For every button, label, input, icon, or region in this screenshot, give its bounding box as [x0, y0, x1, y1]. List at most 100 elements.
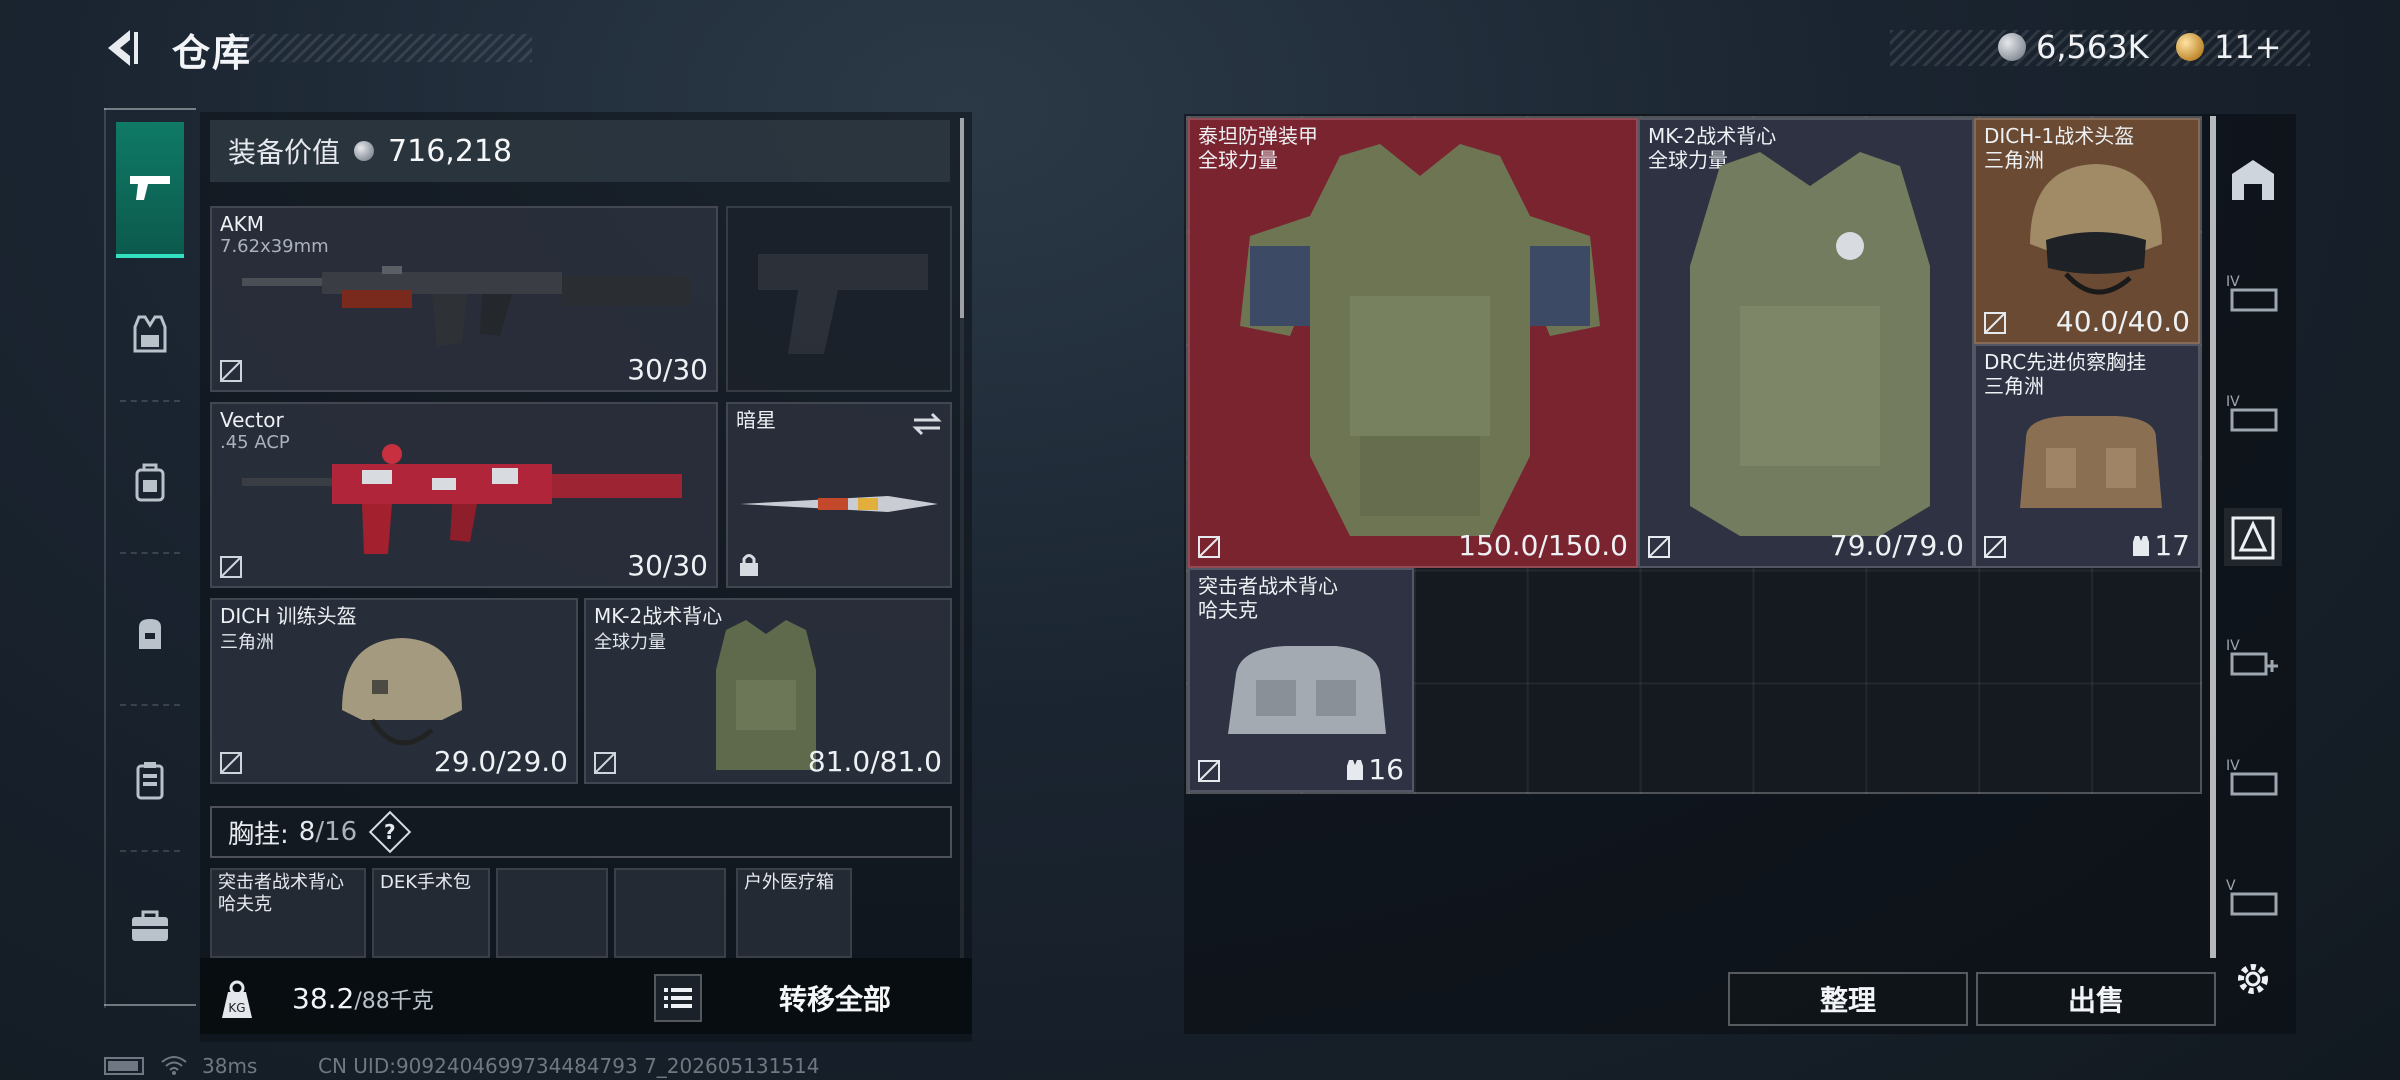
help-icon[interactable]: ? [368, 810, 412, 854]
gold-currency[interactable]: 11+ [2176, 26, 2282, 68]
weapon-name: Vector [220, 408, 284, 432]
no-insurance-icon [594, 752, 616, 774]
item-durability: 150.0/150.0 [1458, 529, 1628, 562]
equipment-value-bar: 装备价值 716,218 [210, 120, 950, 182]
storage-scrollbar[interactable] [2210, 116, 2216, 958]
item-capacity: 16 [1346, 753, 1404, 786]
toolbox-icon [132, 910, 168, 941]
no-insurance-icon [1984, 312, 2006, 334]
storage-category-2[interactable]: IV [2224, 384, 2282, 442]
nav-separator [120, 552, 180, 554]
transfer-all-button[interactable]: 转移全部 [730, 974, 940, 1022]
weight-icon: KG [222, 980, 252, 1018]
chest-rig-used: 8 [298, 817, 316, 847]
nav-separator [120, 704, 180, 706]
vest-capacity-icon [2133, 535, 2150, 556]
swap-icon[interactable] [912, 412, 942, 436]
no-insurance-icon [1198, 536, 1220, 558]
list-icon [664, 988, 692, 1008]
loadout-scrollbar[interactable] [960, 118, 964, 318]
pistol-slot[interactable] [726, 206, 952, 392]
storage-category-3[interactable]: IV [2224, 628, 2282, 686]
gold-amount: 11+ [2214, 28, 2282, 66]
equipment-value: 716,218 [388, 133, 513, 169]
back-icon[interactable] [100, 26, 144, 70]
help-icon-glyph: ? [384, 819, 396, 844]
item-durability: 40.0/40.0 [2055, 305, 2190, 338]
settings-button[interactable] [2224, 950, 2282, 1008]
storage-item-mk2-vest[interactable]: MK-2战术背心 全球力量 79.0/79.0 [1638, 118, 1974, 568]
pouch-icon [139, 619, 161, 649]
rig-item-source: 哈夫克 [218, 894, 272, 915]
akm-rifle-image [242, 266, 692, 346]
secondary-weapon-slot[interactable]: Vector .45 ACP 30/30 [210, 402, 718, 588]
storage-item-drc-chest-rig[interactable]: DRC先进侦察胸挂 三角洲 17 [1974, 344, 2200, 568]
uid-text: CN UID:9092404699734484793 7_20260513151… [318, 1054, 820, 1078]
battery-icon [104, 1057, 144, 1075]
svg-text:V: V [2226, 878, 2236, 894]
gold-coin-icon [2176, 33, 2204, 61]
rig-item-name: 户外医疗箱 [744, 872, 834, 893]
nav-pouch[interactable] [116, 600, 184, 668]
ammo-count: 30/30 [627, 353, 708, 386]
primary-weapon-slot[interactable]: AKM 7.62x39mm 30/30 [210, 206, 718, 392]
storage-category-5[interactable]: V [2224, 868, 2282, 926]
storage-category-1[interactable]: IV [2224, 264, 2282, 322]
lock-icon [740, 554, 758, 576]
item-name: 突击者战术背心 [1198, 574, 1338, 598]
storage-category-all[interactable] [2224, 150, 2282, 208]
armor-category-icon [2231, 516, 2275, 560]
nav-toolbox[interactable] [116, 892, 184, 960]
armor-name: MK-2战术背心 [594, 604, 723, 628]
chest-rig-bar: 胸挂: 8/16 ? [210, 806, 952, 858]
svg-text:IV: IV [2226, 394, 2240, 410]
helmet-source: 三角洲 [220, 632, 274, 653]
sort-button[interactable]: 整理 [1728, 972, 1968, 1026]
item-capacity-value: 17 [2154, 529, 2190, 562]
rig-item-name: 突击者战术背心 [218, 872, 344, 893]
nav-separator [120, 400, 180, 402]
storage-item-titan-armor[interactable]: 泰坦防弹装甲 全球力量 150.0/150.0 [1188, 118, 1638, 568]
carry-weight: 38.2/88千克 [292, 982, 434, 1015]
rig-slot-empty[interactable] [496, 868, 608, 958]
helmet-slot[interactable]: DICH 训练头盔 三角洲 29.0/29.0 [210, 598, 578, 784]
rig-slot-empty[interactable] [614, 868, 726, 958]
melee-slot[interactable]: 暗星 [726, 402, 952, 588]
storage-tab-icon: IV [2226, 758, 2278, 796]
sell-button[interactable]: 出售 [1976, 972, 2216, 1026]
svg-text:IV: IV [2226, 758, 2240, 774]
rig-slot-item[interactable]: DEK手术包 [372, 868, 490, 958]
item-capacity-value: 16 [1368, 753, 1404, 786]
gear-icon [2238, 964, 2268, 994]
nav-weapons[interactable] [116, 122, 184, 258]
svg-text:KG: KG [228, 1001, 245, 1015]
storage-tab-icon: IV [2226, 274, 2278, 312]
current-weight: 38.2 [292, 982, 355, 1015]
nav-armor[interactable] [116, 300, 184, 368]
storage-item-dich1-helmet[interactable]: DICH-1战术头盔 三角洲 40.0/40.0 [1974, 118, 2200, 344]
item-capacity: 17 [2132, 529, 2190, 562]
storage-category-armor[interactable] [2224, 508, 2282, 566]
list-view-button[interactable] [654, 974, 702, 1022]
title-decoration [240, 34, 532, 62]
no-insurance-icon [1648, 536, 1670, 558]
silver-coin-icon [1998, 33, 2026, 61]
nav-bottom-divider [104, 1004, 196, 1006]
pistol-icon [130, 176, 170, 200]
item-source: 三角洲 [1984, 374, 2044, 398]
helmet-image [2030, 164, 2162, 295]
armor-slot[interactable]: MK-2战术背心 全球力量 81.0/81.0 [584, 598, 952, 784]
backpack-image [1228, 646, 1386, 734]
chest-rig-image [2020, 416, 2162, 508]
equipment-value-label: 装备价值 [228, 136, 341, 169]
svg-text:IV: IV [2226, 638, 2240, 654]
rig-slot-item[interactable]: 突击者战术背心 哈夫克 [210, 868, 366, 958]
storage-category-4[interactable]: IV [2224, 748, 2282, 806]
rig-slot-item[interactable]: 户外医疗箱 [736, 868, 852, 958]
nav-top-divider [104, 108, 196, 110]
wifi-icon [161, 1056, 187, 1075]
storage-item-raider-vest[interactable]: 突击者战术背心 哈夫克 16 [1188, 568, 1414, 792]
nav-backpack[interactable] [116, 448, 184, 516]
nav-case[interactable] [116, 746, 184, 814]
silver-coin-icon [354, 141, 375, 161]
